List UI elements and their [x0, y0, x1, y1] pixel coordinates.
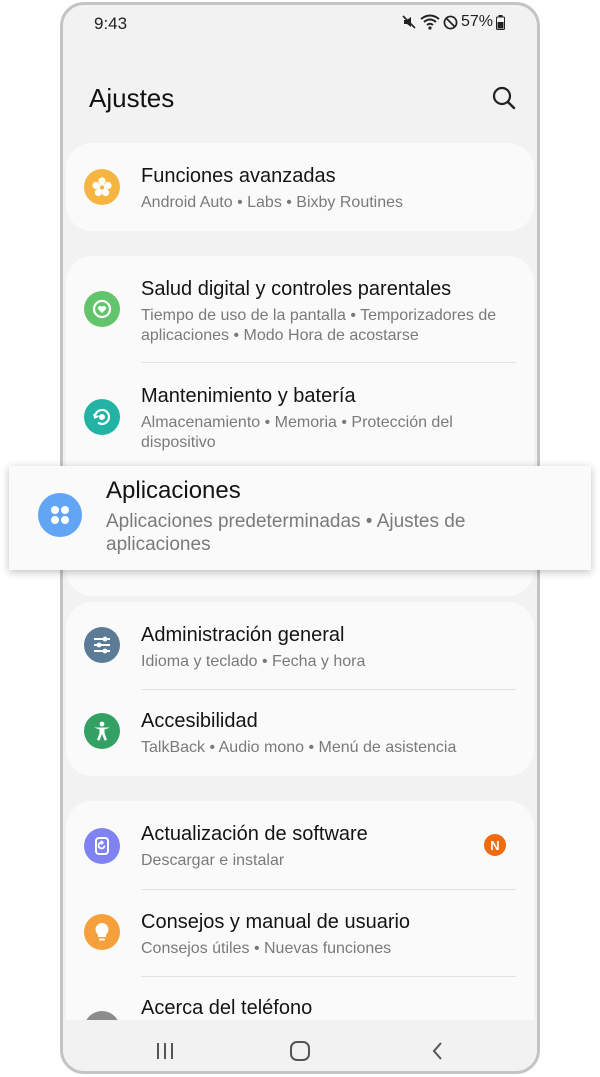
setting-actualizacion-software[interactable]: Actualización de software Descargar e in…: [66, 801, 534, 889]
new-badge: N: [484, 834, 506, 856]
setting-subtitle: TalkBack • Audio mono • Menú de asistenc…: [141, 739, 457, 756]
lightbulb-icon: [84, 914, 120, 950]
setting-title: Aplicaciones: [106, 477, 241, 504]
setting-subtitle: Descargar e instalar: [141, 852, 285, 869]
back-icon: [432, 1042, 442, 1060]
setting-subtitle: Aplicaciones predeterminadas • Ajustes d…: [106, 511, 466, 555]
settings-group-3: Administración general Idioma y teclado …: [66, 602, 534, 776]
status-bar: 9:43 57%: [63, 5, 537, 41]
do-not-disturb-icon: [443, 15, 458, 29]
setting-title: Consejos y manual de usuario: [141, 911, 411, 933]
search-icon: [492, 86, 516, 110]
setting-title: Acerca del teléfono: [141, 997, 313, 1019]
setting-title: Administración general: [141, 624, 345, 646]
star-gear-icon: [84, 169, 120, 205]
battery-percent: 57%: [460, 13, 493, 30]
page-title: Ajustes: [89, 83, 175, 113]
setting-title: Mantenimiento y batería: [141, 385, 356, 407]
digital-wellbeing-icon: [84, 291, 120, 327]
home-icon: [290, 1041, 310, 1061]
mute-icon: [402, 15, 416, 29]
setting-title: Accesibilidad: [141, 710, 258, 732]
settings-group-1: Funciones avanzadas Android Auto • Labs …: [66, 143, 534, 231]
software-update-icon: [84, 828, 120, 864]
device-care-icon: [84, 399, 120, 435]
recent-apps-icon: [157, 1043, 173, 1059]
sliders-icon: [84, 627, 120, 663]
home-button[interactable]: [285, 1036, 315, 1066]
setting-title: Salud digital y controles parentales: [141, 278, 452, 300]
search-button[interactable]: [489, 83, 519, 113]
setting-subtitle: Almacenamiento • Memoria • Protección de…: [141, 414, 453, 451]
setting-mantenimiento-bateria[interactable]: Mantenimiento y batería Almacenamiento •…: [66, 363, 534, 469]
accessibility-icon: [84, 713, 120, 749]
navigation-bar: [63, 1020, 537, 1071]
setting-title: Funciones avanzadas: [141, 165, 336, 187]
back-button[interactable]: [423, 1036, 453, 1066]
status-icons: 57%: [401, 13, 505, 31]
battery-icon: [496, 14, 505, 30]
apps-grid-icon: [38, 493, 82, 537]
setting-subtitle: Consejos útiles • Nuevas funciones: [141, 940, 392, 957]
setting-accesibilidad[interactable]: Accesibilidad TalkBack • Audio mono • Me…: [66, 690, 534, 776]
setting-administracion-general[interactable]: Administración general Idioma y teclado …: [66, 602, 534, 689]
setting-salud-digital[interactable]: Salud digital y controles parentales Tie…: [66, 256, 534, 362]
setting-subtitle: Tiempo de uso de la pantalla • Temporiza…: [141, 307, 497, 344]
setting-title: Actualización de software: [141, 823, 368, 845]
wifi-icon: [420, 14, 440, 30]
setting-subtitle: Idioma y teclado • Fecha y hora: [141, 653, 366, 670]
setting-funciones-avanzadas[interactable]: Funciones avanzadas Android Auto • Labs …: [66, 143, 534, 231]
setting-aplicaciones[interactable]: Aplicaciones Aplicaciones predeterminada…: [9, 466, 591, 570]
setting-subtitle: Android Auto • Labs • Bixby Routines: [141, 194, 404, 211]
setting-consejos-manual[interactable]: Consejos y manual de usuario Consejos út…: [66, 890, 534, 976]
recent-apps-button[interactable]: [150, 1036, 180, 1066]
status-time: 9:43: [94, 14, 128, 33]
